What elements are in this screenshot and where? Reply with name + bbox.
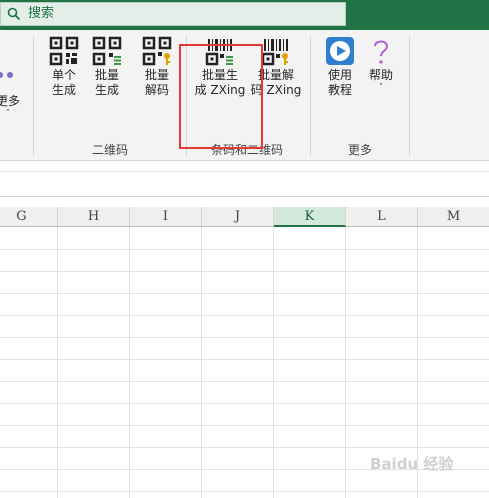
chevron-down-icon: ˅ xyxy=(378,83,384,93)
tutorial-label-1: 使用 xyxy=(327,68,352,82)
group-separator xyxy=(409,36,410,156)
group-label-qr: 二维码 xyxy=(92,143,129,157)
column-header-k[interactable]: K xyxy=(274,207,346,227)
single-generate-label-1: 单个 xyxy=(51,68,76,82)
column-header-m[interactable]: M xyxy=(418,207,489,227)
group-separator xyxy=(33,36,34,156)
barcode-decode-icon xyxy=(261,39,288,66)
column-header-h[interactable]: H xyxy=(58,207,130,227)
single-generate-button[interactable]: 单个 生成 xyxy=(46,36,82,98)
qr-code-icon xyxy=(49,36,79,66)
batch-decode-label-1: 批量 xyxy=(144,68,169,82)
batch-decode-button[interactable]: 批量 解码 xyxy=(139,36,175,98)
single-generate-label-2: 生成 xyxy=(51,83,76,97)
tutorial-label-2: 教程 xyxy=(327,83,352,97)
watermark: Baidu 经验 xyxy=(370,455,454,473)
tutorial-button[interactable]: 使用 教程 xyxy=(322,36,358,98)
batch-decode-label-2: 解码 xyxy=(144,83,169,97)
search-box[interactable]: 搜索 xyxy=(0,2,346,26)
column-header-l[interactable]: L xyxy=(346,207,418,227)
play-video-icon xyxy=(326,37,354,65)
batch-generate-button[interactable]: 批量 生成 xyxy=(89,36,125,98)
help-button[interactable]: 帮助 ˅ xyxy=(364,36,398,93)
question-mark-icon xyxy=(374,40,389,64)
column-header-i[interactable]: I xyxy=(130,207,202,227)
search-icon xyxy=(7,7,21,21)
qr-code-batch-icon xyxy=(92,36,122,66)
column-header-g[interactable]: G xyxy=(0,207,58,227)
more-button-label: 更多 xyxy=(0,94,21,108)
qr-decode-icon xyxy=(142,36,172,66)
more-dots-icon xyxy=(0,72,13,78)
help-label: 帮助 xyxy=(368,68,393,82)
search-label: 搜索 xyxy=(28,6,55,21)
batch-generate-label-2: 生成 xyxy=(94,83,119,97)
formula-bar[interactable] xyxy=(0,171,489,197)
group-label-more: 更多 xyxy=(348,143,373,157)
group-separator xyxy=(310,36,311,156)
column-header-j[interactable]: J xyxy=(202,207,274,227)
title-bar: 搜索 xyxy=(0,0,489,30)
batch-generate-label-1: 批量 xyxy=(94,68,119,82)
chevron-down-icon: ˅ xyxy=(5,109,11,119)
more-button-partial[interactable]: 更多 ˅ xyxy=(0,70,20,119)
highlight-box xyxy=(179,44,263,149)
